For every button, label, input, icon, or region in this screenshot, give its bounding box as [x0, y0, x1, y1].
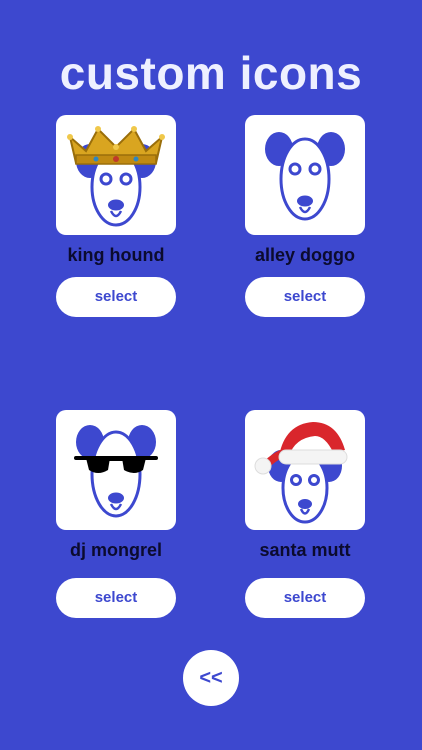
page-title: custom icons [59, 47, 363, 99]
santa-hat-icon [254, 422, 348, 475]
back-button[interactable]: << [183, 650, 239, 706]
select-button-king-hound[interactable]: select [56, 277, 176, 317]
icon-name: king hound [67, 245, 165, 265]
select-button-alley-doggo[interactable]: select [245, 277, 365, 317]
sunglasses-icon [74, 456, 158, 473]
icon-tile-alley-doggo[interactable] [245, 115, 365, 235]
select-button-santa-mutt[interactable]: select [245, 578, 365, 618]
icon-name: alley doggo [254, 245, 355, 265]
icon-tile-king-hound[interactable] [56, 115, 176, 235]
icon-name: santa mutt [259, 540, 351, 560]
crown-icon [67, 126, 165, 165]
select-button-dj-mongrel[interactable]: select [56, 578, 176, 618]
icon-name: dj mongrel [69, 540, 162, 560]
icon-tile-santa-mutt[interactable] [245, 410, 365, 530]
icon-tile-dj-mongrel[interactable] [56, 410, 176, 530]
dog-face-icon [265, 132, 345, 221]
